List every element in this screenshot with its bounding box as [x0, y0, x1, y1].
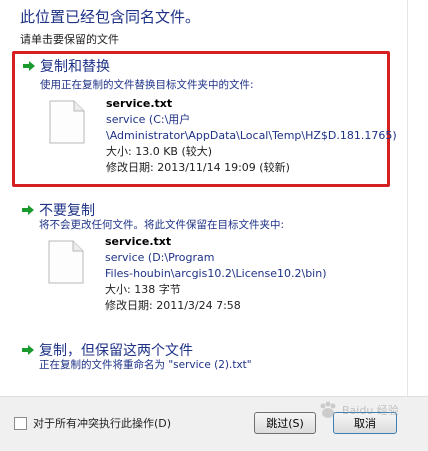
file-path: service (D:\Program: [105, 251, 215, 264]
file-modified: 修改日期: 2013/11/14 19:09 (较新): [106, 161, 290, 174]
option-dont-copy[interactable]: 不要复制 将不会更改任何文件。将此文件保留在目标文件夹中: service.tx…: [12, 196, 384, 316]
file-modified: 修改日期: 2011/3/24 7:58: [105, 299, 241, 312]
option-description: 使用正在复制的文件替换目标文件夹中的文件:: [40, 79, 254, 91]
option-description: 将不会更改任何文件。将此文件保留在目标文件夹中:: [39, 219, 285, 231]
baidu-paw-icon: [320, 401, 336, 418]
text-file-icon: [49, 100, 85, 144]
apply-all-option[interactable]: 对于所有冲突执行此操作(D): [14, 415, 171, 431]
option-copy-keep-both[interactable]: 复制，但保留这两个文件 正在复制的文件将重命名为 "service (2).tx…: [12, 336, 384, 376]
dialog-title: 此位置已经包含同名文件。: [20, 8, 201, 26]
apply-all-checkbox[interactable]: [14, 416, 27, 430]
dialog-subtitle: 请单击要保留的文件: [20, 33, 119, 46]
green-arrow-icon: [22, 205, 34, 215]
option-copy-replace[interactable]: 复制和替换 使用正在复制的文件替换目标文件夹中的文件: service.txt …: [12, 51, 397, 187]
file-size: 大小: 138 字节: [105, 283, 181, 296]
text-file-icon: [48, 240, 84, 284]
file-size: 大小: 13.0 KB (较大): [106, 145, 213, 158]
green-arrow-icon: [22, 345, 34, 355]
file-path-cont: \Administrator\AppData\Local\Temp\HZ$D.1…: [106, 129, 397, 142]
baidu-watermark: Baidu 经验: [317, 396, 425, 424]
file-details: service.txt service (D:\Program Files-ho…: [105, 234, 327, 314]
file-path-cont: Files-houbin\arcgis10.2\License10.2\bin): [105, 267, 327, 280]
file-details: service.txt service (C:\用户 \Administrato…: [106, 96, 397, 176]
skip-button[interactable]: 跳过(S): [254, 412, 316, 434]
watermark-text: Baidu 经验: [342, 404, 399, 417]
apply-all-label[interactable]: 对于所有冲突执行此操作(D): [33, 415, 171, 431]
file-name: service.txt: [106, 97, 173, 110]
green-arrow-icon: [23, 61, 35, 71]
option-description: 正在复制的文件将重命名为 "service (2).txt": [39, 359, 252, 371]
file-name: service.txt: [105, 235, 172, 248]
window-edge: [407, 0, 408, 450]
option-title: 复制和替换: [40, 59, 110, 75]
file-path: service (C:\用户: [106, 113, 191, 126]
